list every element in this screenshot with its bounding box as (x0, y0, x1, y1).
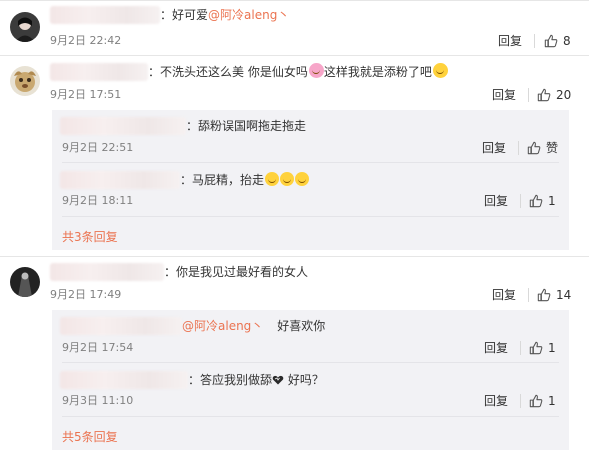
reply-button[interactable]: 回复 (492, 288, 516, 302)
like-count: 1 (548, 341, 556, 355)
mention-link[interactable]: @阿冷aleng丶 (182, 319, 263, 333)
reply-date: 9月2日 17:54 (62, 341, 134, 354)
divider (534, 34, 535, 48)
sub-replies: @阿冷aleng丶 好喜欢你 9月2日 17:54 回复 1 ：答应我别做舔 好吗… (52, 310, 569, 450)
reply-button[interactable]: 回复 (492, 88, 516, 102)
divider (520, 341, 521, 355)
divider (520, 194, 521, 208)
like-button[interactable]: 20 (537, 88, 571, 102)
reply-date: 9月3日 11:10 (62, 394, 134, 407)
like-count: 1 (548, 194, 556, 208)
avatar[interactable] (10, 66, 40, 96)
username-blurred[interactable] (50, 63, 148, 81)
reply-text: @阿冷aleng丶 好喜欢你 (182, 319, 326, 333)
like-button[interactable]: 赞 (527, 141, 558, 155)
username-blurred[interactable] (60, 317, 182, 335)
thumbs-up-icon (527, 141, 541, 155)
divider (62, 216, 559, 217)
username-blurred[interactable] (50, 263, 164, 281)
heart-icon (272, 375, 284, 385)
reply-button[interactable]: 回复 (498, 34, 522, 48)
divider (520, 394, 521, 408)
smile-emoji-icon (295, 172, 310, 186)
divider (528, 288, 529, 302)
like-count: 1 (548, 394, 556, 408)
comment-text: ：好可爱@阿冷aleng丶 (160, 8, 290, 22)
reply-date: 9月2日 18:11 (62, 194, 134, 207)
thumbs-up-icon (537, 88, 551, 102)
thumbs-up-icon (544, 34, 558, 48)
mention-link[interactable]: @阿冷aleng丶 (208, 8, 289, 22)
thumbs-up-icon (537, 288, 551, 302)
username-blurred[interactable] (60, 371, 188, 389)
divider (0, 256, 589, 257)
divider (0, 55, 589, 56)
reply-button[interactable]: 回复 (484, 194, 508, 208)
divider (62, 416, 559, 417)
like-button[interactable]: 1 (529, 341, 556, 355)
avatar[interactable] (10, 267, 40, 297)
like-count: 8 (563, 34, 571, 48)
sub-replies: ：舔粉误国啊拖走拖走 9月2日 22:51 回复 赞 ：马屁精，抬走 9月2日 … (52, 110, 569, 250)
reply-text: ：舔粉误国啊拖走拖走 (186, 119, 307, 133)
comment-date: 9月2日 17:49 (50, 288, 122, 301)
smile-emoji-icon (265, 172, 280, 186)
thumbs-up-icon (529, 394, 543, 408)
more-replies-link[interactable]: 共5条回复 (62, 428, 118, 445)
avatar[interactable] (10, 12, 40, 42)
reply-text: ：答应我别做舔 好吗？ (188, 373, 324, 387)
comment-text: ：你是我见过最好看的女人 (164, 265, 309, 279)
reply-button[interactable]: 回复 (484, 394, 508, 408)
reply-button[interactable]: 回复 (484, 341, 508, 355)
thumbs-up-icon (529, 341, 543, 355)
comment-date: 9月2日 22:42 (50, 34, 122, 47)
reply-button[interactable]: 回复 (482, 141, 506, 155)
username-blurred[interactable] (60, 171, 180, 189)
laugh-emoji-icon (432, 63, 448, 78)
smile-emoji-icon (280, 172, 295, 186)
more-replies-link[interactable]: 共3条回复 (62, 228, 118, 245)
top-divider (0, 0, 589, 1)
shy-emoji-icon (308, 63, 324, 78)
divider (528, 88, 529, 102)
comment-date: 9月2日 17:51 (50, 88, 122, 101)
like-button[interactable]: 1 (529, 394, 556, 408)
like-count: 20 (556, 88, 572, 102)
thumbs-up-icon (529, 194, 543, 208)
divider (62, 362, 559, 363)
like-button[interactable]: 1 (529, 194, 556, 208)
username-blurred[interactable] (60, 117, 186, 135)
divider (62, 162, 559, 163)
like-count: 14 (556, 288, 572, 302)
reply-text: ：马屁精，抬走 (180, 171, 310, 189)
username-blurred[interactable] (50, 6, 160, 24)
reply-date: 9月2日 22:51 (62, 141, 134, 154)
like-button[interactable]: 14 (537, 288, 571, 302)
like-button[interactable]: 8 (544, 34, 571, 48)
like-label: 赞 (546, 141, 559, 155)
divider (518, 141, 519, 155)
comment-text: ：不洗头还这么美 你是仙女吗 这样我就是添粉了吧 (148, 63, 448, 81)
